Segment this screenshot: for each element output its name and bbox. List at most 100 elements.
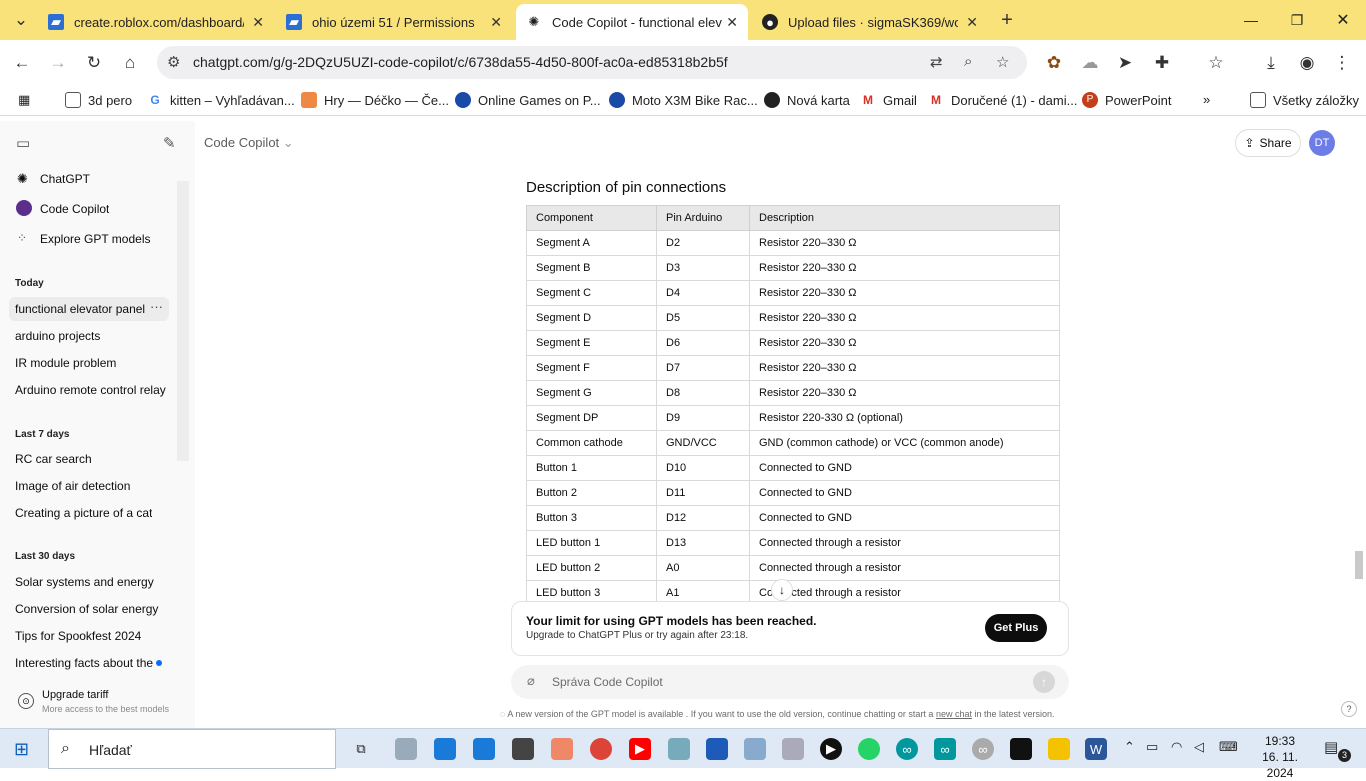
volume-icon[interactable]: ◁ <box>1194 739 1204 755</box>
sidebar-item-code-copilot[interactable]: Code Copilot <box>40 202 109 216</box>
bookmarks-icon[interactable]: ☆ <box>1203 50 1229 76</box>
message-composer[interactable]: ⌀ Správa Code Copilot ↑ <box>511 665 1069 699</box>
sidebar-scrollbar[interactable] <box>177 181 189 461</box>
roblox-icon[interactable] <box>473 738 495 760</box>
address-bar[interactable]: ⚙ chatgpt.com/g/g-2DQzU5UZI-code-copilot… <box>157 46 1027 79</box>
keyboard-icon[interactable]: ⌨ <box>1219 739 1238 755</box>
chat-item[interactable]: Arduino remote control relay <box>15 383 166 397</box>
tab-ohio-permissions[interactable]: ▰ ohio územi 51 / Permissions ✕ <box>276 4 512 40</box>
chrome-icon[interactable] <box>590 738 612 760</box>
roblox-studio-icon[interactable] <box>434 738 456 760</box>
scroll-down-arrow-icon[interactable]: ↓ <box>771 579 793 601</box>
extension-paw-icon[interactable]: ✿ <box>1041 50 1067 76</box>
sidebar-item-explore[interactable]: Explore GPT models <box>40 232 151 246</box>
close-icon[interactable]: ✕ <box>966 14 978 31</box>
back-arrow-icon[interactable]: ← <box>9 50 35 76</box>
app-icon[interactable] <box>551 738 573 760</box>
arduino-icon[interactable]: ∞ <box>972 738 994 760</box>
get-plus-button[interactable]: Get Plus <box>985 614 1047 642</box>
close-window-button[interactable]: ✕ <box>1320 0 1366 40</box>
bookmark-kitten[interactable]: Gkitten – Vyhľadávan... <box>147 92 294 108</box>
page-scrollbar[interactable] <box>1355 551 1363 579</box>
translate-icon[interactable]: ⇄ <box>930 53 943 71</box>
notification-icon[interactable]: ▤ <box>1324 738 1338 756</box>
bookmark-star-icon[interactable]: ☆ <box>996 53 1009 71</box>
chat-item[interactable]: IR module problem <box>15 356 116 370</box>
bookmark-online-games[interactable]: Online Games on P... <box>455 92 601 108</box>
taskbar-search[interactable]: ⌕ Hľadať <box>48 729 336 769</box>
new-chat-link[interactable]: new chat <box>936 709 972 719</box>
bookmark-moto-x3m[interactable]: Moto X3M Bike Rac... <box>609 92 758 108</box>
tab-code-copilot[interactable]: ✺ Code Copilot - functional elevat ✕ <box>516 4 748 40</box>
bookmark-3d-pero[interactable]: 3d pero <box>65 92 132 108</box>
site-info-icon[interactable]: ⚙ <box>167 53 180 71</box>
extension-cloud-icon[interactable]: ☁ <box>1077 50 1103 76</box>
app-icon[interactable] <box>512 738 534 760</box>
whatsapp-icon[interactable] <box>858 738 880 760</box>
sidebar-item-chatgpt[interactable]: ChatGPT <box>40 172 90 186</box>
chat-item[interactable]: functional elevator panel fo <box>15 302 145 316</box>
bookmark-powerpoint[interactable]: P PowerPoint <box>1082 92 1171 108</box>
profile-icon[interactable]: ◉ <box>1294 50 1320 76</box>
more-options-icon[interactable]: ··· <box>150 299 163 314</box>
new-tab-button[interactable]: + <box>994 7 1020 33</box>
chat-item[interactable]: Creating a picture of a cat <box>15 506 152 520</box>
chat-item[interactable]: Conversion of solar energy into <box>15 602 162 616</box>
avatar[interactable]: DT <box>1309 130 1335 156</box>
menu-icon[interactable]: ⋮ <box>1329 50 1355 76</box>
sidebar-toggle-icon[interactable]: ▭ <box>16 134 30 152</box>
chat-item[interactable]: arduino projects <box>15 329 100 343</box>
close-icon[interactable]: ✕ <box>252 14 264 31</box>
store-icon[interactable] <box>706 738 728 760</box>
arduino-icon[interactable]: ∞ <box>896 738 918 760</box>
bookmark-hry-decko[interactable]: Hry — Déčko — Če... <box>301 92 449 108</box>
youtube-icon[interactable]: ▶ <box>629 738 651 760</box>
all-bookmarks-folder[interactable]: Všetky záložky <box>1250 92 1359 108</box>
battery-icon[interactable]: ▭ <box>1146 739 1158 755</box>
media-player-icon[interactable]: ▶ <box>820 738 842 760</box>
bookmark-dorucene[interactable]: M Doručené (1) - dami... <box>928 92 1077 108</box>
chat-item[interactable]: RC car search <box>15 452 92 466</box>
tray-chevron-icon[interactable]: ⌃ <box>1124 739 1135 755</box>
app-icon[interactable] <box>1010 738 1032 760</box>
apps-grid-icon[interactable]: ▦ <box>18 92 30 108</box>
app-icon[interactable] <box>744 738 766 760</box>
chat-item[interactable]: Image of air detection <box>15 479 130 493</box>
task-view-icon[interactable]: ⧉ <box>350 738 372 760</box>
bookmark-gmail[interactable]: M Gmail <box>860 92 917 108</box>
download-icon[interactable]: ⤓ <box>1258 50 1284 76</box>
word-icon[interactable]: W <box>1085 738 1107 760</box>
wifi-icon[interactable]: ◠ <box>1171 739 1182 755</box>
home-icon[interactable]: ⌂ <box>117 50 143 76</box>
message-input[interactable]: Správa Code Copilot <box>552 675 663 689</box>
arduino-icon[interactable]: ∞ <box>934 738 956 760</box>
clock[interactable]: 19:33 16. 11. 2024 <box>1250 733 1310 781</box>
restore-button[interactable]: ❐ <box>1274 0 1320 40</box>
help-icon[interactable]: ? <box>1341 701 1357 717</box>
app-icon[interactable] <box>395 738 417 760</box>
reload-icon[interactable]: ↻ <box>81 50 107 76</box>
zoom-icon[interactable]: ⌕ <box>964 53 972 70</box>
model-selector[interactable]: Code Copilot ⌄ <box>204 135 294 151</box>
minimize-button[interactable]: — <box>1228 0 1274 40</box>
close-icon[interactable]: ✕ <box>490 14 502 31</box>
app-icon[interactable] <box>782 738 804 760</box>
close-icon[interactable]: ✕ <box>726 14 738 31</box>
chat-item[interactable]: Interesting facts about the boc <box>15 656 155 670</box>
more-bookmarks-chevron-icon[interactable]: » <box>1203 92 1210 107</box>
send-arrow-icon[interactable]: ↑ <box>1033 671 1055 693</box>
app-icon[interactable] <box>1048 738 1070 760</box>
upgrade-title[interactable]: Upgrade tariff <box>42 689 108 701</box>
tab-search-icon[interactable]: ⌄ <box>8 7 34 33</box>
url-text[interactable]: chatgpt.com/g/g-2DQzU5UZI-code-copilot/c… <box>193 54 728 70</box>
app-icon[interactable] <box>668 738 690 760</box>
forward-arrow-icon[interactable]: → <box>45 50 71 76</box>
new-chat-icon[interactable]: ✎ <box>163 134 176 152</box>
bookmark-nova-karta[interactable]: Nová karta <box>764 92 850 108</box>
chat-item[interactable]: Tips for Spookfest 2024 <box>15 629 141 643</box>
chat-item[interactable]: Solar systems and energy <box>15 575 154 589</box>
extension-cursor-icon[interactable]: ➤ <box>1112 50 1138 76</box>
tab-roblox-dashboard[interactable]: ▰ create.roblox.com/dashboard/c ✕ <box>38 4 274 40</box>
extensions-puzzle-icon[interactable]: ✚ <box>1149 50 1175 76</box>
windows-start-icon[interactable]: ⊞ <box>14 739 29 760</box>
